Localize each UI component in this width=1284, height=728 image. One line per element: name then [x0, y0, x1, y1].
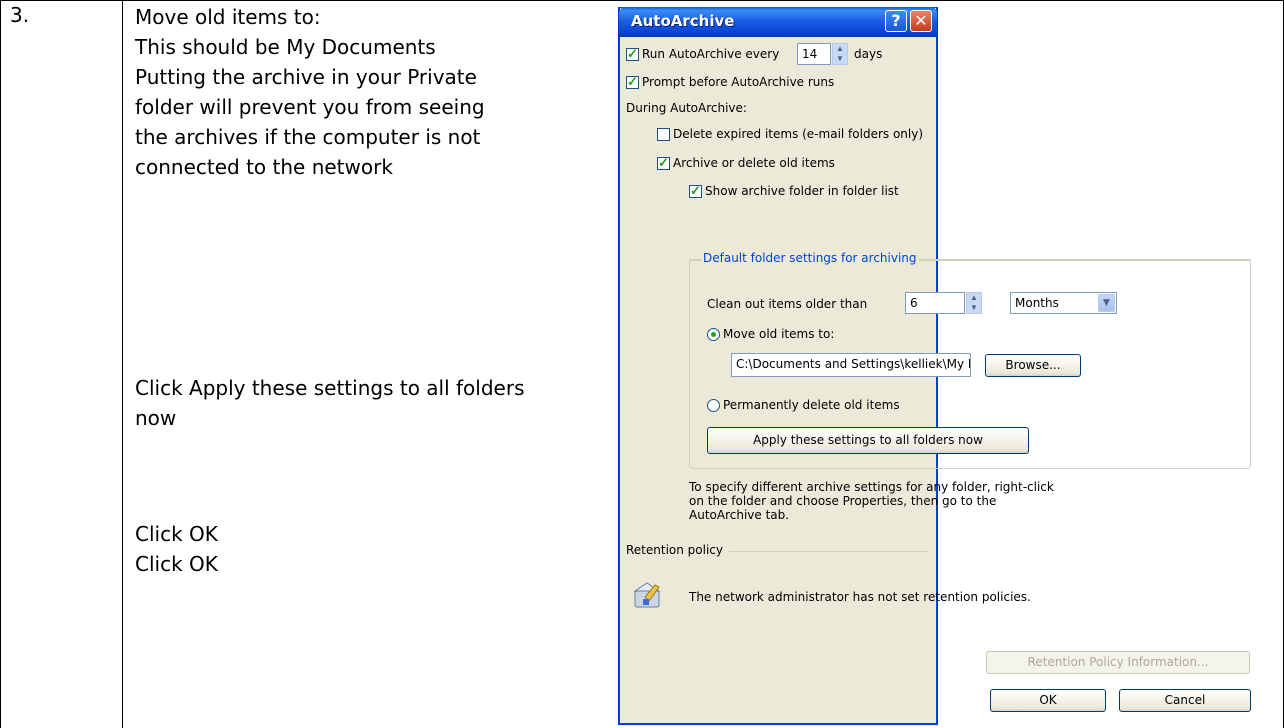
- chevron-down-icon[interactable]: ▼: [1098, 294, 1115, 312]
- archive-old-items-label: Archive or delete old items: [673, 156, 835, 170]
- prompt-before-label: Prompt before AutoArchive runs: [642, 75, 835, 89]
- permanently-delete-label: Permanently delete old items: [723, 398, 900, 412]
- retention-policy-title: Retention policy: [626, 543, 724, 557]
- browse-button[interactable]: Browse...: [985, 354, 1081, 377]
- instruction-line: Move old items to:: [135, 5, 321, 29]
- permanently-delete-radio[interactable]: [707, 399, 720, 412]
- clean-out-unit-value: Months: [1015, 296, 1059, 310]
- close-button[interactable]: ✕: [910, 10, 932, 32]
- move-old-items-radio[interactable]: [707, 328, 720, 341]
- instruction-line: the archives if the computer is not: [135, 125, 481, 149]
- instruction-line: Click OK: [135, 552, 218, 576]
- instruction-line: Click OK: [135, 522, 218, 546]
- instructions-block-3: Click OK Click OK: [135, 519, 218, 579]
- move-old-items-label: Move old items to:: [723, 327, 835, 341]
- prompt-before-checkbox[interactable]: [626, 74, 639, 90]
- retention-policy-info-button[interactable]: Retention Policy Information...: [986, 651, 1250, 674]
- instruction-line: folder will prevent you from seeing: [135, 95, 485, 119]
- days-input[interactable]: 14: [797, 43, 831, 65]
- archive-path-input[interactable]: C:\Documents and Settings\kelliek\My Doc…: [731, 353, 971, 377]
- archive-old-items-checkbox[interactable]: [657, 155, 670, 171]
- clean-out-label: Clean out items older than: [707, 297, 868, 311]
- autoarchive-dialog: AutoArchive ? ✕ Run AutoArchive every 14…: [618, 7, 1251, 725]
- ok-button[interactable]: OK: [990, 689, 1106, 712]
- instruction-line: now: [135, 406, 177, 430]
- instructions-block-1: Move old items to: This should be My Doc…: [135, 2, 485, 182]
- run-autoarchive-checkbox[interactable]: [626, 46, 639, 62]
- clean-out-input[interactable]: 6: [905, 292, 965, 314]
- retention-separator: [729, 551, 929, 552]
- days-spinner[interactable]: ▲ ▼: [832, 43, 848, 65]
- instruction-line: Click Apply these settings to all folder…: [135, 376, 525, 400]
- instructions-block-2: Click Apply these settings to all folder…: [135, 373, 525, 433]
- apply-to-all-folders-button[interactable]: Apply these settings to all folders now: [707, 427, 1029, 454]
- delete-expired-label: Delete expired items (e-mail folders onl…: [673, 127, 924, 141]
- clean-out-spinner[interactable]: ▲ ▼: [966, 292, 982, 314]
- dialog-title: AutoArchive: [631, 12, 735, 30]
- delete-expired-checkbox[interactable]: [657, 128, 670, 141]
- hint-line: on the folder and choose Properties, the…: [689, 494, 997, 508]
- hint-line: To specify different archive settings fo…: [689, 480, 1054, 494]
- during-autoarchive-label: During AutoArchive:: [626, 101, 747, 115]
- hint-line: AutoArchive tab.: [689, 508, 790, 522]
- retention-policy-icon: [633, 582, 661, 608]
- cancel-button[interactable]: Cancel: [1119, 689, 1251, 712]
- archive-settings-hint: To specify different archive settings fo…: [689, 480, 1054, 522]
- dialog-titlebar[interactable]: AutoArchive ? ✕: [619, 7, 937, 37]
- table-left-border: [0, 0, 1, 728]
- help-button[interactable]: ?: [885, 10, 907, 32]
- days-label: days: [854, 47, 883, 61]
- retention-policy-text: The network administrator has not set re…: [689, 590, 1031, 604]
- instruction-line: Putting the archive in your Private: [135, 65, 477, 89]
- group-title: Default folder settings for archiving: [701, 251, 919, 265]
- step-number: 3.: [10, 3, 30, 27]
- show-archive-folder-label: Show archive folder in folder list: [705, 184, 899, 198]
- table-top-border: [0, 0, 1284, 1]
- show-archive-folder-checkbox[interactable]: [689, 183, 702, 199]
- run-autoarchive-label: Run AutoArchive every: [642, 47, 780, 61]
- table-column-divider: [122, 0, 123, 728]
- instruction-line: This should be My Documents: [135, 35, 436, 59]
- instruction-line: connected to the network: [135, 155, 393, 179]
- clean-out-unit-select[interactable]: Months ▼: [1010, 292, 1117, 314]
